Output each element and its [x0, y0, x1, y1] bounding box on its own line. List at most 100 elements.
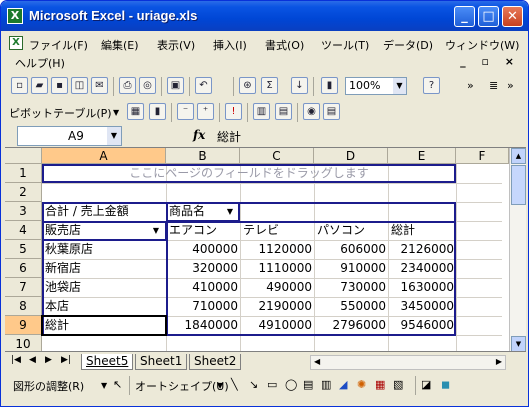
row-header-7[interactable]: 7: [5, 278, 42, 297]
scroll-down-icon[interactable]: ▼: [511, 336, 526, 352]
pivot-chart-icon[interactable]: ▮: [149, 103, 166, 120]
chevron-down-icon[interactable]: ▼: [217, 381, 223, 390]
close-button[interactable]: ✕: [502, 6, 523, 27]
grand-total-label[interactable]: 総計: [43, 316, 71, 335]
vertical-scrollbar[interactable]: ▲ ▼: [509, 148, 526, 352]
value-cell[interactable]: 490000: [240, 278, 314, 297]
row-header-2[interactable]: 2: [5, 183, 42, 202]
row-header-10[interactable]: 10: [5, 335, 42, 352]
store-label[interactable]: 本店: [43, 297, 71, 316]
3d-style-icon[interactable]: ◼: [441, 378, 450, 391]
prev-sheet-icon[interactable]: ◀: [29, 355, 36, 365]
name-box[interactable]: A9 ▼: [17, 126, 122, 146]
menu-view[interactable]: 表示(V): [157, 37, 195, 53]
scroll-right-icon[interactable]: ▶: [496, 357, 502, 366]
first-sheet-icon[interactable]: |◀: [11, 355, 21, 365]
row-header-9[interactable]: 9: [5, 316, 42, 335]
autosum-icon[interactable]: Σ: [261, 77, 278, 94]
print-icon[interactable]: ⎙: [119, 77, 136, 94]
toolbar-options-icon[interactable]: »: [467, 79, 474, 92]
hyperlink-icon[interactable]: ⊛: [239, 77, 256, 94]
formula-input[interactable]: 総計: [217, 128, 241, 145]
value-cell[interactable]: 730000: [314, 278, 388, 297]
align-icon[interactable]: ≣: [489, 79, 498, 92]
workbook-window-controls[interactable]: _ ▫ ×: [460, 55, 520, 68]
product-header-pc[interactable]: パソコン: [315, 221, 367, 240]
field-list-icon[interactable]: ▤: [323, 103, 340, 120]
grand-total-cell[interactable]: 4910000: [240, 316, 314, 335]
store-label[interactable]: 池袋店: [43, 278, 83, 297]
column-header-b[interactable]: B: [166, 148, 240, 164]
row-total-cell[interactable]: 2126000: [388, 240, 456, 259]
chart-wizard-icon[interactable]: ▮: [321, 77, 338, 94]
column-header-a[interactable]: A: [42, 148, 166, 164]
select-objects-icon[interactable]: ↖: [113, 378, 122, 391]
value-cell[interactable]: 1120000: [240, 240, 314, 259]
row-header-4[interactable]: 4: [5, 221, 42, 240]
menu-format[interactable]: 書式(O): [265, 37, 304, 53]
value-cell[interactable]: 710000: [166, 297, 240, 316]
row-header-5[interactable]: 5: [5, 240, 42, 259]
value-cell[interactable]: 606000: [314, 240, 388, 259]
row-total-cell[interactable]: 1630000: [388, 278, 456, 297]
column-field-label[interactable]: 商品名: [167, 202, 207, 221]
sheet-tab-sheet1[interactable]: Sheet1: [135, 354, 188, 370]
menu-help[interactable]: ヘルプ(H): [15, 55, 65, 71]
column-header-f[interactable]: F: [456, 148, 509, 164]
open-icon[interactable]: ▰: [31, 77, 48, 94]
row-total-cell[interactable]: 3450000: [388, 297, 456, 316]
chevron-down-icon[interactable]: ▼: [107, 127, 121, 145]
store-label[interactable]: 秋葉原店: [43, 240, 95, 259]
chevron-down-icon[interactable]: ▼: [113, 108, 119, 117]
undo-icon[interactable]: ↶: [195, 77, 212, 94]
workbook-icon[interactable]: X: [9, 36, 23, 50]
include-hidden-icon[interactable]: ▥: [253, 103, 270, 120]
textbox-icon[interactable]: ▤: [303, 378, 313, 391]
new-icon[interactable]: ▫: [11, 77, 28, 94]
value-cell[interactable]: 1110000: [240, 259, 314, 278]
hide-detail-icon[interactable]: ⁻: [177, 103, 194, 120]
refresh-data-icon[interactable]: !: [225, 103, 242, 120]
value-cell[interactable]: 410000: [166, 278, 240, 297]
permission-icon[interactable]: ◫: [71, 77, 88, 94]
menu-insert[interactable]: 挿入(I): [213, 37, 247, 53]
menu-data[interactable]: データ(D): [383, 37, 433, 53]
line-icon[interactable]: ╲: [231, 378, 238, 391]
value-cell[interactable]: 320000: [166, 259, 240, 278]
scroll-left-icon[interactable]: ◀: [314, 357, 320, 366]
field-settings-icon[interactable]: ◉: [303, 103, 320, 120]
row-field-label[interactable]: 販売店: [43, 221, 83, 240]
value-cell[interactable]: 400000: [166, 240, 240, 259]
worksheet-grid[interactable]: A B C D E F 1 2 3 4 5 6 7 8 9 10 ここにページの…: [5, 147, 526, 352]
paste-icon[interactable]: ▣: [167, 77, 184, 94]
minimize-button[interactable]: _: [454, 6, 475, 27]
sheet-tab-sheet2[interactable]: Sheet2: [189, 354, 242, 370]
product-header-aircon[interactable]: エアコン: [167, 221, 219, 240]
grand-total-cell[interactable]: 1840000: [166, 316, 240, 335]
horizontal-scrollbar[interactable]: ◀ ▶: [310, 355, 506, 370]
data-field-label[interactable]: 合計 / 売上金額: [43, 202, 131, 221]
last-sheet-icon[interactable]: ▶|: [61, 355, 71, 365]
row-header-3[interactable]: 3: [5, 202, 42, 221]
title-bar[interactable]: X Microsoft Excel - uriage.xls _ □ ✕: [1, 1, 528, 31]
row-header-1[interactable]: 1: [5, 164, 42, 183]
help-icon[interactable]: ?: [423, 77, 440, 94]
column-header-c[interactable]: C: [240, 148, 314, 164]
row-header-6[interactable]: 6: [5, 259, 42, 278]
clipart-icon[interactable]: ▦: [375, 378, 385, 391]
autoshapes-menu[interactable]: オートシェイプ(U): [135, 378, 229, 394]
chevron-down-icon[interactable]: ▼: [101, 381, 107, 390]
rectangle-icon[interactable]: ▭: [267, 378, 277, 391]
wordart-icon[interactable]: ◢: [339, 378, 347, 391]
sheet-tab-sheet5[interactable]: Sheet5: [81, 354, 134, 370]
diagram-icon[interactable]: ✺: [357, 378, 366, 391]
scroll-thumb[interactable]: [511, 165, 526, 205]
format-report-icon[interactable]: ▦: [127, 103, 144, 120]
row-total-cell[interactable]: 2340000: [388, 259, 456, 278]
row-header-8[interactable]: 8: [5, 297, 42, 316]
show-detail-icon[interactable]: ⁺: [197, 103, 214, 120]
menu-edit[interactable]: 編集(E): [101, 37, 139, 53]
insert-function-icon[interactable]: fx: [193, 128, 205, 142]
menu-file[interactable]: ファイル(F): [29, 37, 88, 53]
email-icon[interactable]: ✉: [91, 77, 108, 94]
